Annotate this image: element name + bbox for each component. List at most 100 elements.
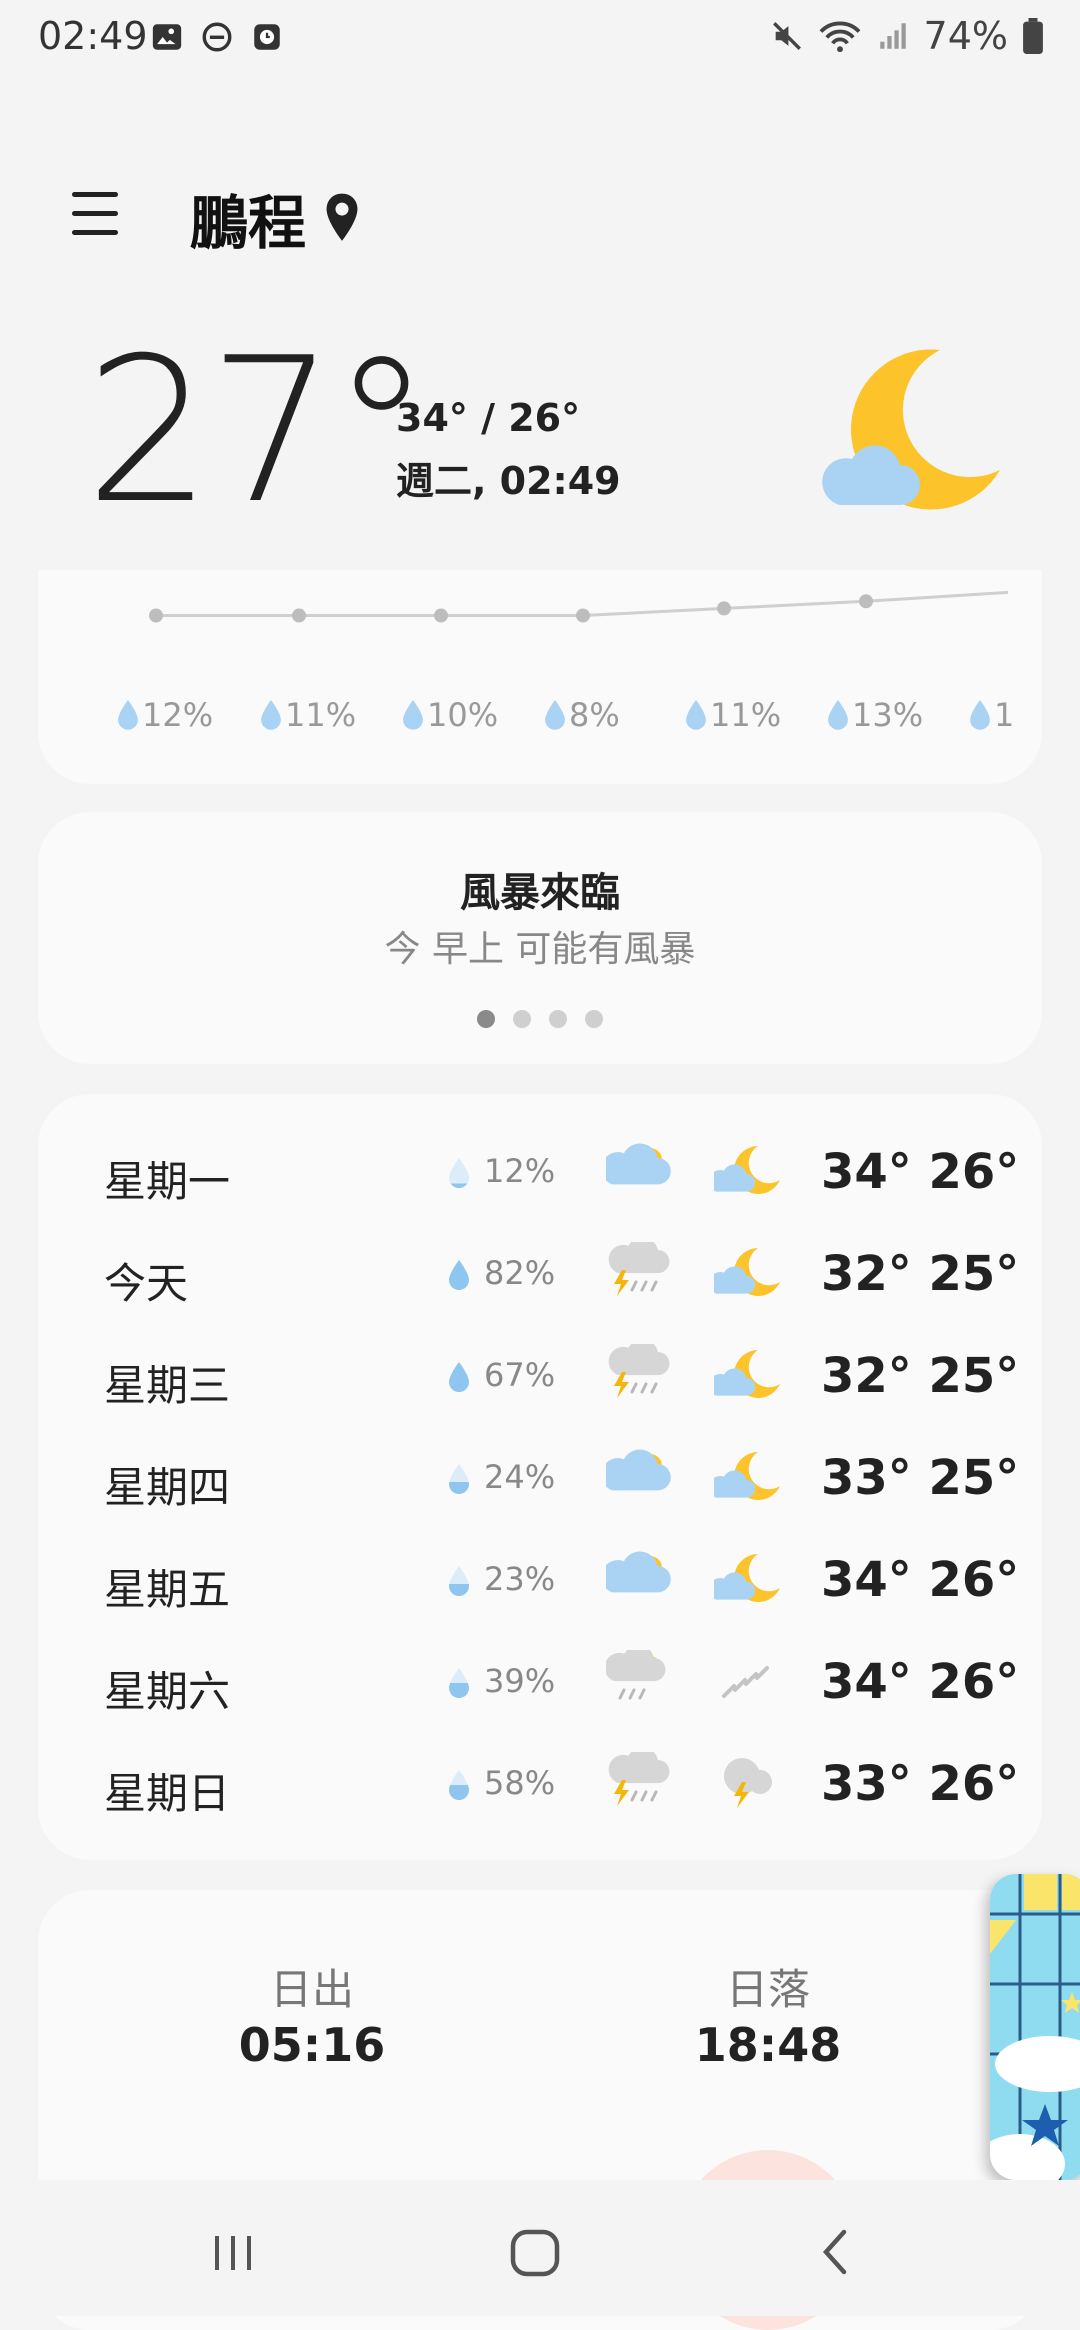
hour-precip-label: 1 [994, 696, 1014, 734]
raindrop-icon [449, 1770, 469, 1800]
thunderstorm-sun-icon [608, 1752, 670, 1806]
back-icon[interactable] [806, 2222, 866, 2282]
page-dot[interactable] [513, 1010, 531, 1028]
battery-percent: 74% [923, 14, 1008, 58]
day-temperatures: 34° 26° [821, 1552, 1020, 1608]
hour-precip-label: 12% [142, 696, 213, 734]
moon-cloud-icon [714, 1248, 780, 1296]
notification-icons [150, 20, 284, 54]
hour-point [576, 608, 590, 623]
page-dot[interactable] [585, 1010, 603, 1028]
hour-point [149, 608, 163, 623]
raindrop-icon [403, 700, 423, 730]
hour-precip-label: 13% [852, 696, 923, 734]
day-temperatures: 32° 25° [821, 1348, 1020, 1404]
daily-row[interactable]: 星期三 67% 32° 25° [38, 1326, 1042, 1428]
day-precip: 39% [484, 1662, 556, 1700]
page-dot[interactable] [477, 1010, 495, 1028]
navigation-bar [0, 2180, 1080, 2316]
hour-precip-label: 8% [569, 696, 620, 734]
day-precip: 23% [484, 1560, 556, 1598]
thunder-cloud-icon [724, 1758, 772, 1808]
hour-point [434, 608, 448, 623]
hourly-precipitation-chart: 12% 11% 10% 8% 11% 13% 1 [118, 590, 1014, 734]
status-time: 02:49 [38, 14, 148, 58]
sunrise-label: 日出 [269, 1965, 354, 2014]
day-temperatures: 34° 26° [821, 1144, 1020, 1200]
hourly-forecast-card[interactable]: 12% 11% 10% 8% 11% 13% 1 [38, 570, 1042, 784]
daily-row[interactable]: 星期五 23% 34° 26° [38, 1530, 1042, 1632]
battery-icon [1023, 18, 1043, 54]
home-icon[interactable] [505, 2222, 565, 2282]
moon-cloud-icon [714, 1350, 780, 1398]
high-low-temperature: 34° / 26° [396, 396, 581, 440]
moon-cloud-icon [714, 1146, 780, 1194]
raindrop-icon [261, 700, 281, 730]
daily-row[interactable]: 星期六 39% 34° 26° [38, 1632, 1042, 1734]
thunderstorm-icon [608, 1344, 670, 1398]
sunrise-time: 05:16 [238, 2018, 386, 2072]
recents-icon[interactable] [203, 2222, 263, 2282]
signal-icon [879, 23, 906, 49]
sunset-label: 日落 [725, 1965, 810, 2014]
mute-icon [772, 22, 801, 50]
day-name: 今天 [104, 1259, 189, 1308]
day-precip: 24% [484, 1458, 556, 1496]
day-name: 星期四 [104, 1463, 231, 1512]
daily-row[interactable]: 星期一 12% 34° 26° [38, 1122, 1042, 1224]
location-name[interactable]: 鵬程 [190, 176, 306, 260]
hour-point [717, 601, 731, 616]
hamburger-menu-icon[interactable] [66, 186, 122, 242]
day-precip: 58% [484, 1764, 556, 1802]
wifi-icon [819, 21, 860, 53]
status-bar: 02:49 74% [0, 0, 1080, 80]
hour-precip-label: 11% [710, 696, 781, 734]
rain-sun-icon [606, 1650, 666, 1700]
floating-game-widget[interactable] [990, 1874, 1080, 2180]
image-icon [152, 24, 182, 50]
day-temperatures: 32° 25° [821, 1246, 1020, 1302]
raindrop-icon [449, 1260, 469, 1290]
moon-cloud-icon [714, 1554, 780, 1602]
sunset-time: 18:48 [694, 2018, 842, 2072]
hour-point [292, 608, 306, 623]
day-precip: 12% [484, 1152, 556, 1190]
raindrop-icon [449, 1464, 469, 1494]
alert-subtitle: 今 早上 可能有風暴 [384, 929, 696, 970]
location-pin-icon [326, 193, 358, 241]
weather-alert-card[interactable]: 風暴來臨 今 早上 可能有風暴 [38, 812, 1042, 1064]
raindrop-icon [449, 1362, 469, 1392]
day-name: 星期五 [104, 1565, 231, 1614]
raindrop-icon [449, 1566, 469, 1596]
day-temperatures: 33° 25° [821, 1450, 1020, 1506]
raindrop-icon [828, 700, 848, 730]
thunderstorm-icon [608, 1242, 670, 1296]
current-temperature: 27° [85, 315, 431, 548]
raindrop-icon [545, 700, 565, 730]
clock-app-icon [254, 24, 280, 50]
daily-row[interactable]: 星期四 24% 33° 25° [38, 1428, 1042, 1530]
raindrop-icon [118, 700, 138, 730]
day-precip: 67% [484, 1356, 556, 1394]
daily-row[interactable]: 星期日 58% 33° 26° [38, 1734, 1042, 1836]
day-name: 星期三 [104, 1361, 231, 1410]
rain-icon [722, 1666, 769, 1698]
day-name: 星期一 [104, 1157, 231, 1206]
daily-forecast-card[interactable]: 星期一 12% 34° 26° 今天 82% 32° 25° 星期三 67% 32° 25° 星期… [38, 1094, 1042, 1860]
day-precip: 82% [484, 1254, 556, 1292]
alert-page-indicator[interactable] [38, 1010, 1042, 1028]
partly-cloudy-icon [606, 1449, 671, 1491]
app-header: 鵬程 [0, 170, 1080, 260]
do-not-disturb-icon [202, 22, 232, 52]
page-dot[interactable] [549, 1010, 567, 1028]
hour-point [859, 594, 873, 609]
current-datetime: 週二, 02:49 [396, 459, 621, 503]
moon-cloud-icon [822, 349, 1000, 510]
partly-cloudy-icon [606, 1143, 671, 1185]
moon-cloud-icon [714, 1452, 780, 1500]
day-name: 星期六 [104, 1667, 231, 1716]
daily-row[interactable]: 今天 82% 32° 25° [38, 1224, 1042, 1326]
day-name: 星期日 [104, 1769, 231, 1818]
raindrop-icon [449, 1158, 469, 1188]
partly-cloudy-icon [606, 1551, 671, 1593]
